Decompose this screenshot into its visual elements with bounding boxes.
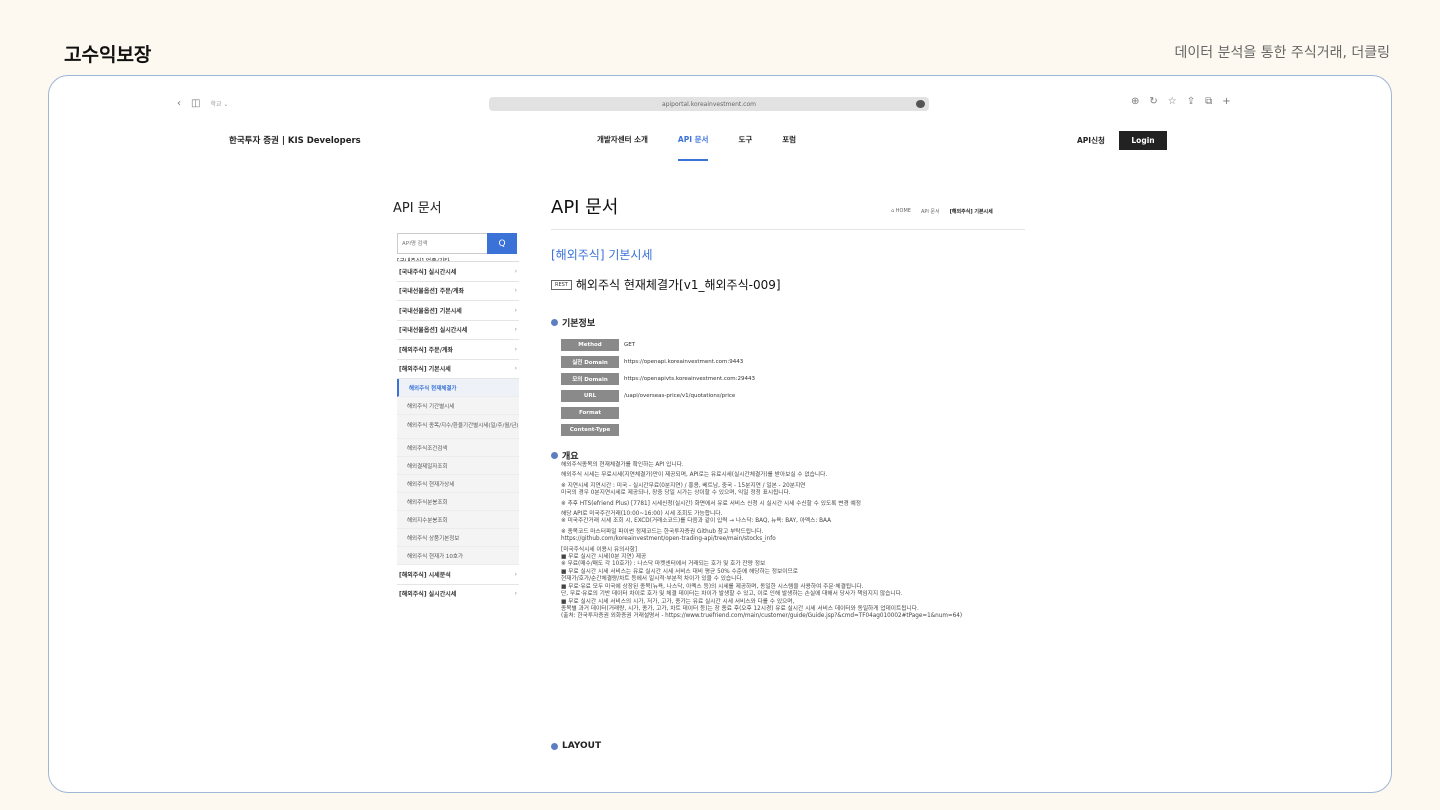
overview-paragraph: 해외주식종목의 현재체결가를 확인하는 API 입니다. xyxy=(561,462,684,468)
address-url: apiportal.koreainvestment.com xyxy=(662,100,756,108)
info-value: /uapi/overseas-price/v1/quotations/price xyxy=(624,392,736,399)
sidebar-sub-index-period[interactable]: 해외주식 종목/지수/환율기간별시세(일/주/월/년) xyxy=(397,415,519,439)
chevron-right-icon: › xyxy=(514,590,517,598)
info-value: https://openapi.koreainvestment.com:9443 xyxy=(624,358,744,365)
search-button[interactable]: Q xyxy=(487,233,517,254)
info-row: Method GET xyxy=(561,336,755,353)
sidebar-sub-current-price[interactable]: 해외주식 현재체결가 xyxy=(397,379,519,397)
overview-text: 해외주식종목의 현재체결가를 확인하는 API 입니다. 해외주식 시세는 무료… xyxy=(561,462,1001,624)
overview-heading: 개요 xyxy=(551,449,579,462)
sidebar-cat-domestic-realtime[interactable]: [국내주식] 실시간시세 › xyxy=(397,262,519,282)
info-row: Content-Type xyxy=(561,421,755,438)
share-icon[interactable]: ⇪ xyxy=(1187,96,1195,107)
info-value: https://openapivts.koreainvestment.com:2… xyxy=(624,375,756,382)
api-title: REST 해외주식 현재체결가[v1_해외주식-009] xyxy=(551,276,781,293)
sidebar-cat-overseas-basic[interactable]: [해외주식] 기본시세 › xyxy=(397,360,519,379)
info-row: Format xyxy=(561,404,755,421)
back-icon[interactable]: ‹ xyxy=(177,98,181,109)
breadcrumb-current: [해외주식] 기본시세 xyxy=(949,209,993,215)
api-name: 해외주식 현재체결가[v1_해외주식-009] xyxy=(575,278,781,292)
basic-info-heading: 기본정보 xyxy=(551,316,595,329)
sidebar-cat-overseas-analysis[interactable]: [해외주식] 시세분석 › xyxy=(397,565,519,585)
page-title: API 문서 xyxy=(551,197,619,218)
api-request-link[interactable]: API신청 xyxy=(1077,135,1105,146)
sidebar-sub-product-info[interactable]: 해외주식 상품기본정보 xyxy=(397,529,519,547)
chevron-right-icon: › xyxy=(514,326,517,334)
overview-paragraph: 해당 API로 미국주간거래(10:00~16:00) 시세 조회도 가능합니다… xyxy=(561,511,831,525)
chevron-right-icon: › xyxy=(514,365,517,373)
sidebar-title: API 문서 xyxy=(393,201,442,216)
chevron-right-icon: › xyxy=(514,345,517,353)
breadcrumb: ⌂ HOME API 문서 [해외주식] 기본시세 xyxy=(891,208,993,215)
overview-paragraph: ※ 종목코드 마스터파일 파이썬 정제코드는 한국투자증권 Github 참고 … xyxy=(561,528,776,543)
login-button[interactable]: Login xyxy=(1119,131,1167,150)
overview-paragraph: [미국주식시세 이용시 유의사항] ■ 무료 실시간 시세(0분 지연) 제공 … xyxy=(561,546,963,620)
slide-subtitle: 데이터 분석을 통한 주식거래, 더클링 xyxy=(1174,45,1390,61)
info-row: 모의 Domain https://openapivts.koreainvestm… xyxy=(561,370,755,387)
download-icon[interactable]: ⊕ xyxy=(1131,96,1139,107)
search-icon: Q xyxy=(498,238,506,249)
info-key: Format xyxy=(561,406,619,419)
overview-paragraph: ※ 추후 HTS(efriend Plus) [7781] 시세신청(실시간) … xyxy=(561,500,861,507)
info-row: URL/uapi/overseas-price/v1/quotations/pr… xyxy=(561,387,755,404)
sidebar-cat-futures-basic[interactable]: [국내선물옵션] 기본시세 › xyxy=(397,301,519,321)
chevron-right-icon: › xyxy=(514,570,517,578)
sidebar-sub-price-detail[interactable]: 해외주식 현재가상세 xyxy=(397,475,519,493)
profile-menu[interactable]: 학교 ⌄ xyxy=(210,99,228,108)
basic-info-table: Method GET 실전 Domain https://openapi.korea… xyxy=(561,336,755,438)
info-value: GET xyxy=(624,341,636,348)
sidebar-sub-index-minute[interactable]: 해외지수분봉조회 xyxy=(397,511,519,529)
nav-dev-center[interactable]: 개발자센터 소개 xyxy=(597,134,648,145)
divider xyxy=(551,229,1025,230)
sidebar-icon[interactable]: ◫ xyxy=(191,98,200,109)
slide-title: 고수익보장 xyxy=(64,44,152,66)
sidebar-cat-overseas-order[interactable]: [해외주식] 주문/계좌 › xyxy=(397,340,519,360)
info-key: URL xyxy=(561,389,619,402)
bullet-icon xyxy=(551,319,558,326)
address-bar[interactable]: apiportal.koreainvestment.com xyxy=(489,97,929,111)
bookmark-star-icon[interactable]: ☆ xyxy=(1168,96,1177,107)
rest-badge: REST xyxy=(551,279,572,290)
layout-heading: LAYOUT xyxy=(551,741,601,751)
sidebar-cat-futures-order[interactable]: [국내선물옵션] 주문/계좌 › xyxy=(397,282,519,301)
sidebar-sub-condition-search[interactable]: 해외주식조건검색 xyxy=(397,439,519,457)
tabs-overview-icon[interactable]: ⧉ xyxy=(1205,96,1212,107)
overview-paragraph: ※ 지연시세 지연시간 : 미국 - 실시간무료(0분지연) / 홍콩, 베트남… xyxy=(561,482,806,497)
reload-icon[interactable]: ↻ xyxy=(1149,96,1157,107)
sidebar-menu: [국내주식] 업종/기타 [국내주식] 실시간시세 › [국내선물옵션] 주문/계… xyxy=(397,256,519,603)
bullet-icon xyxy=(551,742,558,750)
bullet-icon xyxy=(551,452,558,459)
nav-api-docs[interactable]: API 문서 xyxy=(677,134,708,161)
main-nav: 개발자센터 소개 API 문서 도구 포럼 xyxy=(597,134,796,161)
chevron-right-icon: › xyxy=(514,306,517,314)
sidebar-sub-minute-chart[interactable]: 해외주식분봉조회 xyxy=(397,493,519,511)
info-key: Content-Type xyxy=(561,423,619,436)
chevron-right-icon: › xyxy=(514,267,517,275)
sidebar-sub-period-price[interactable]: 해외주식 기간별시세 xyxy=(397,397,519,415)
extension-icon[interactable] xyxy=(916,100,925,108)
breadcrumb-home[interactable]: ⌂ HOME xyxy=(891,208,911,215)
sidebar-sub-settlement-date[interactable]: 해외결제일자조회 xyxy=(397,457,519,475)
nav-forum[interactable]: 포럼 xyxy=(782,134,796,145)
info-key: Method xyxy=(561,338,619,351)
breadcrumb-api-docs[interactable]: API 문서 xyxy=(921,208,940,215)
info-key: 모의 Domain xyxy=(561,372,619,385)
sidebar-cat-futures-realtime[interactable]: [국내선물옵션] 실시간시세 › xyxy=(397,321,519,340)
info-key: 실전 Domain xyxy=(561,355,619,368)
section-title: [해외주식] 기본시세 xyxy=(551,248,653,262)
sidebar-sub-10-quotes[interactable]: 해외주식 현재가 10호가 xyxy=(397,547,519,565)
chevron-right-icon: › xyxy=(514,287,517,295)
browser-toolbar: ‹ ◫ 학교 ⌄ apiportal.koreainvestment.com ⊕… xyxy=(49,76,1391,132)
info-row: 실전 Domain https://openapi.koreainvestment… xyxy=(561,353,755,370)
overview-paragraph: 해외주식 시세는 무료시세(지연체결가)만이 제공되며, API로는 유료시세(… xyxy=(561,472,828,479)
browser-window: ‹ ◫ 학교 ⌄ apiportal.koreainvestment.com ⊕… xyxy=(48,75,1392,793)
nav-tools[interactable]: 도구 xyxy=(738,134,752,145)
sidebar-cat-overseas-realtime[interactable]: [해외주식] 실시간시세 › xyxy=(397,585,519,604)
site-brand[interactable]: 한국투자 증권 | KIS Developers xyxy=(229,134,361,146)
add-tab-icon[interactable]: + xyxy=(1222,96,1230,107)
